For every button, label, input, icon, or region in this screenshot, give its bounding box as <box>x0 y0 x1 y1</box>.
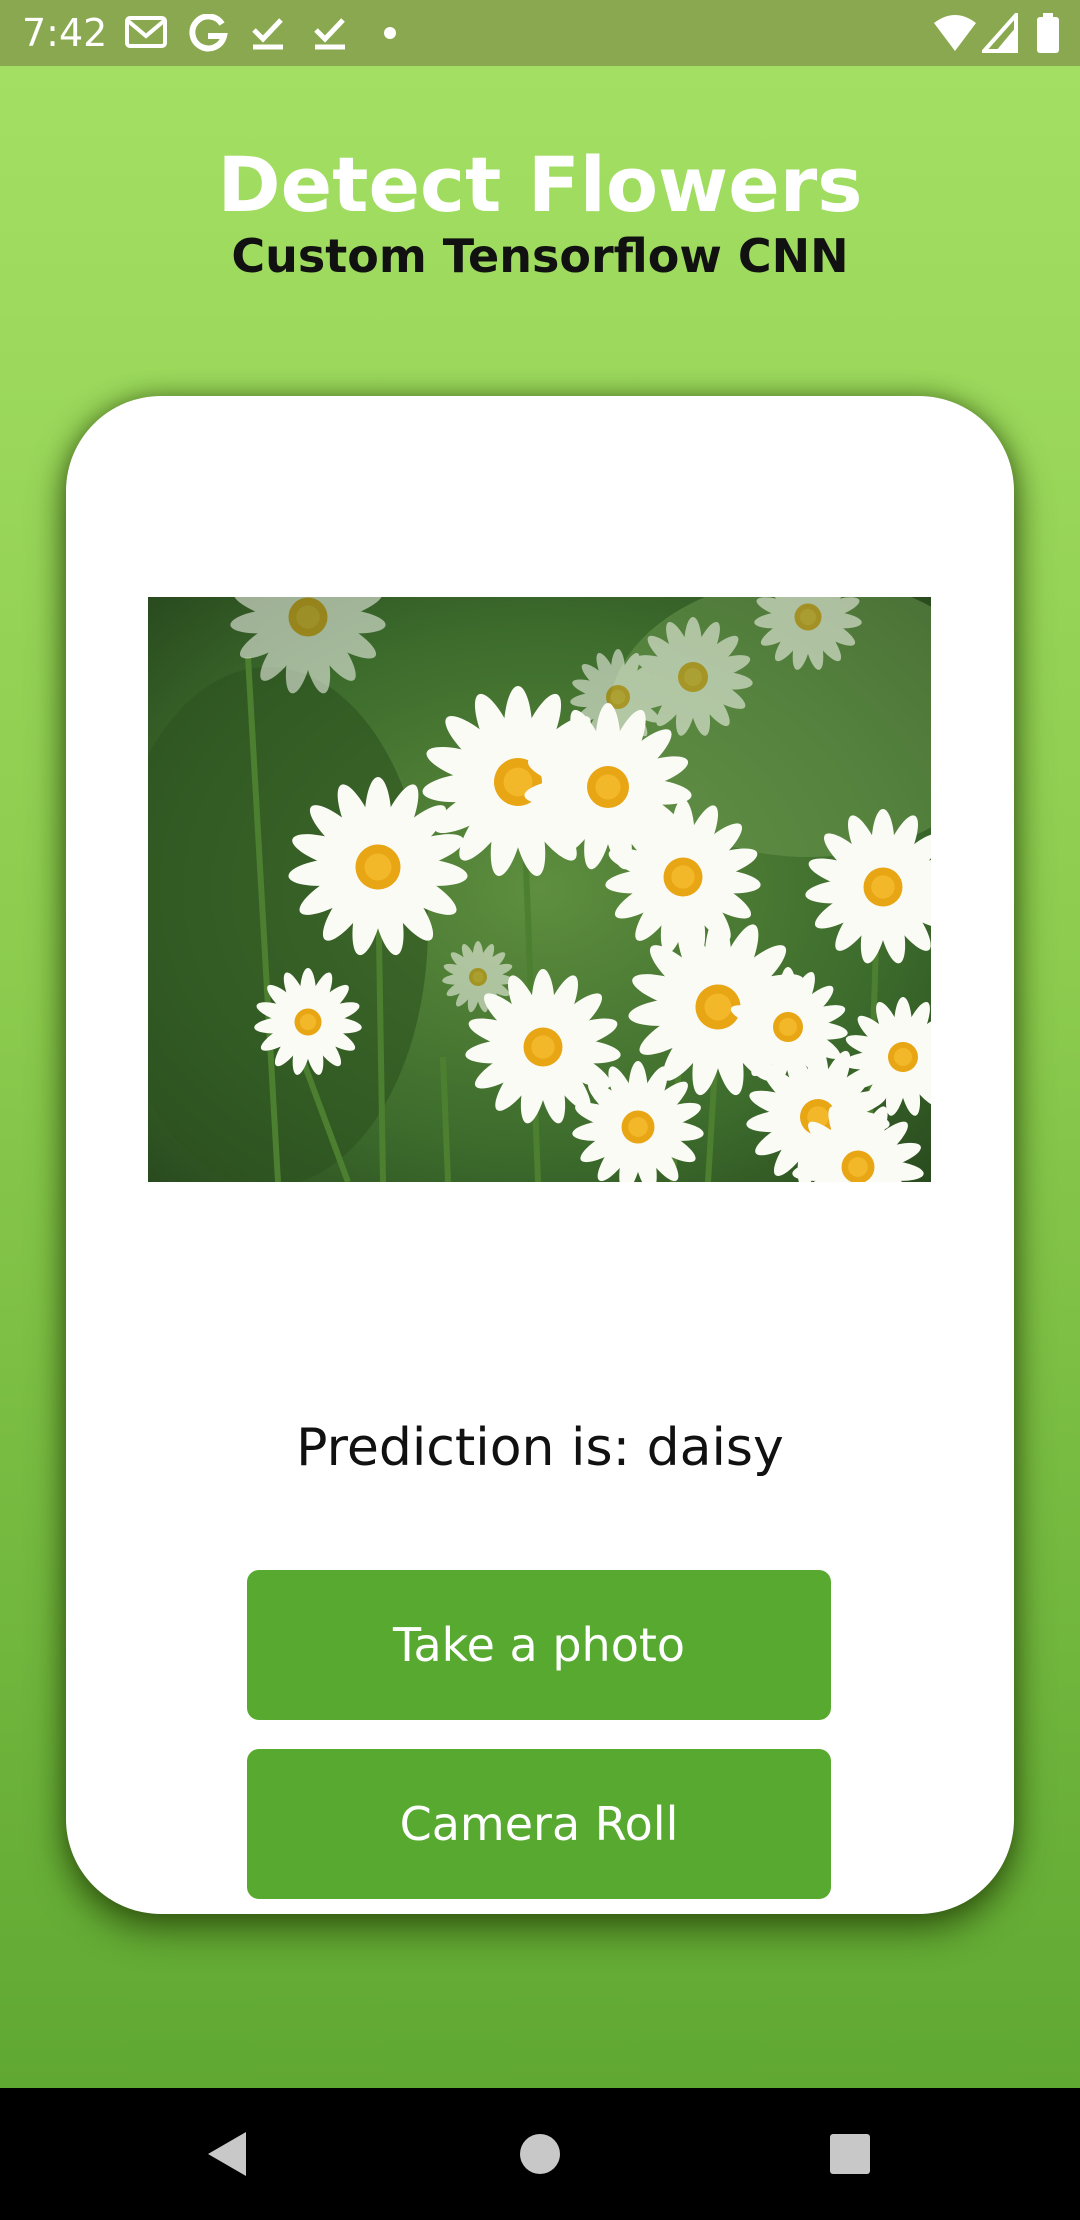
navigation-bar <box>0 2088 1080 2220</box>
daisy-photo-icon <box>148 597 931 1182</box>
take-photo-button[interactable]: Take a photo <box>247 1570 831 1720</box>
status-bar: 7:42 <box>0 0 1080 66</box>
recents-icon[interactable] <box>750 2088 950 2220</box>
google-icon <box>189 14 228 52</box>
signal-icon <box>982 13 1018 53</box>
app-background: Detect Flowers Custom Tensorflow CNN Pre… <box>0 66 1080 2088</box>
dot-icon <box>384 27 396 39</box>
wifi-icon <box>934 15 976 51</box>
check-icon <box>314 18 345 50</box>
page-subtitle: Custom Tensorflow CNN <box>231 229 849 283</box>
back-icon[interactable] <box>126 2088 326 2220</box>
flower-photo <box>148 597 931 1182</box>
status-time: 7:42 <box>22 11 108 55</box>
check-icon <box>252 18 283 50</box>
prediction-text: Prediction is: daisy <box>296 1418 784 1478</box>
camera-roll-button[interactable]: Camera Roll <box>247 1749 831 1899</box>
battery-icon <box>1037 13 1059 53</box>
gmail-icon <box>125 16 167 48</box>
home-icon[interactable] <box>440 2088 640 2220</box>
prediction-card: Prediction is: daisy Take a photo Camera… <box>66 396 1014 1914</box>
page-title: Detect Flowers <box>217 140 863 229</box>
